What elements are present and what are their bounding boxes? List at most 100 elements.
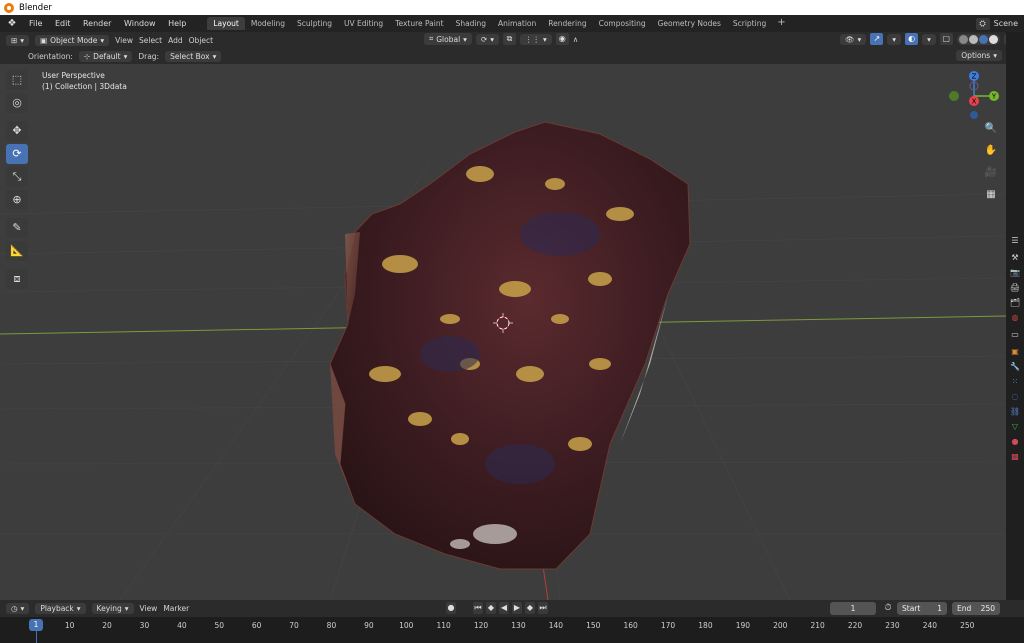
menu-object[interactable]: Object xyxy=(189,36,213,45)
playback-label: Playback xyxy=(40,604,74,613)
marker-menu[interactable]: Marker xyxy=(163,604,189,613)
scene-selector[interactable]: ⛭ Scene xyxy=(975,15,1018,32)
next-keyframe-icon[interactable]: ◆ xyxy=(525,602,535,614)
cursor-tool-icon[interactable]: ◎ xyxy=(6,93,28,113)
zoom-icon[interactable]: 🔍 xyxy=(983,121,999,137)
overlay-dropdown[interactable]: ▾ xyxy=(922,33,936,45)
gizmo-toggle-icon[interactable]: ↗ xyxy=(870,33,884,45)
rotate-tool-icon[interactable]: ⟳ xyxy=(6,144,28,164)
end-frame-field[interactable]: End 250 xyxy=(952,602,1000,615)
tab-shading[interactable]: Shading xyxy=(450,17,492,30)
keying-menu[interactable]: Keying ▾ xyxy=(91,603,134,614)
tab-texture-paint[interactable]: Texture Paint xyxy=(389,17,449,30)
material-properties-icon[interactable]: ● xyxy=(1008,435,1022,448)
ortho-grid-icon[interactable]: ▦ xyxy=(983,187,999,203)
3d-viewport[interactable]: User Perspective (1) Collection | 3Ddata xyxy=(0,64,1006,600)
menu-file[interactable]: File xyxy=(24,19,47,28)
pivot-dropdown[interactable]: ⟳ ▾ xyxy=(475,33,499,45)
menu-help[interactable]: Help xyxy=(163,19,191,28)
view-layer-properties-icon[interactable]: 🗂 xyxy=(1008,296,1022,309)
object-properties-icon[interactable]: ▣ xyxy=(1008,345,1022,358)
menu-select[interactable]: Select xyxy=(139,36,162,45)
y-axis-label: Y xyxy=(991,93,997,101)
falloff-icon[interactable]: ∧ xyxy=(573,35,579,44)
pan-hand-icon[interactable]: ✋ xyxy=(983,143,999,159)
navigation-gizmo[interactable]: Z Y X xyxy=(944,68,1004,124)
add-workspace-icon[interactable]: + xyxy=(772,17,790,30)
menu-edit[interactable]: Edit xyxy=(50,19,76,28)
data-properties-icon[interactable]: ▽ xyxy=(1008,420,1022,433)
render-properties-icon[interactable]: 📷 xyxy=(1008,266,1022,279)
visibility-dropdown[interactable]: 👁 ▾ xyxy=(840,33,867,45)
preview-range-icon[interactable]: ⏱ xyxy=(882,602,894,615)
menu-window[interactable]: Window xyxy=(119,19,161,28)
jump-start-icon[interactable]: ⏮ xyxy=(473,602,483,614)
modifier-properties-icon[interactable]: 🔧 xyxy=(1008,360,1022,373)
editor-type-dropdown[interactable]: ⊞ ▾ xyxy=(6,34,30,46)
texture-properties-icon[interactable]: ▩ xyxy=(1008,450,1022,463)
timeline-view-menu[interactable]: View xyxy=(140,604,158,613)
timeline-editor-type-dropdown[interactable]: ◷ ▾ xyxy=(6,603,30,614)
orientation-dropdown[interactable]: ⊹ Default ▾ xyxy=(78,50,133,62)
playback-menu[interactable]: Playback ▾ xyxy=(35,603,86,614)
playhead-frame-indicator[interactable]: 1 xyxy=(29,619,43,631)
physics-properties-icon[interactable]: ◌ xyxy=(1008,390,1022,403)
tab-compositing[interactable]: Compositing xyxy=(593,17,652,30)
menu-render[interactable]: Render xyxy=(78,19,116,28)
proportional-edit-icon[interactable]: ◉ xyxy=(555,33,569,45)
snap-toggle-icon[interactable]: ⧉ xyxy=(503,33,516,45)
tab-scripting[interactable]: Scripting xyxy=(727,17,772,30)
jump-end-icon[interactable]: ⏭ xyxy=(538,602,548,614)
transform-tool-icon[interactable]: ⊕ xyxy=(6,190,28,210)
timeline-ruler[interactable]: 1 10 20 30 40 50 60 70 80 90 100 110 120 130 140 150 16… xyxy=(0,617,1024,643)
neg-z-axis-icon[interactable] xyxy=(970,111,978,119)
scene-name[interactable]: Scene xyxy=(994,19,1018,28)
record-icon[interactable]: ● xyxy=(446,602,456,614)
scene-properties-icon[interactable]: ◍ xyxy=(1008,311,1022,324)
tab-sculpting[interactable]: Sculpting xyxy=(291,17,338,30)
tab-layout[interactable]: Layout xyxy=(207,17,245,30)
properties-editor-icon[interactable]: ☰ xyxy=(1008,234,1022,247)
tab-uv-editing[interactable]: UV Editing xyxy=(338,17,389,30)
tab-animation[interactable]: Animation xyxy=(492,17,542,30)
blender-menu-icon[interactable]: ❖ xyxy=(6,18,18,30)
start-frame-field[interactable]: Start 1 xyxy=(897,602,947,615)
transform-orientation-dropdown[interactable]: ⌗ Global ▾ xyxy=(424,33,472,45)
camera-view-icon[interactable]: 🎥 xyxy=(983,165,999,181)
xray-toggle-icon[interactable]: ▢ xyxy=(939,33,953,45)
gizmo-dropdown[interactable]: ▾ xyxy=(887,33,902,45)
prev-keyframe-icon[interactable]: ◆ xyxy=(486,602,496,614)
move-tool-icon[interactable]: ✥ xyxy=(6,121,28,141)
tab-rendering[interactable]: Rendering xyxy=(542,17,592,30)
constraints-properties-icon[interactable]: ⛓ xyxy=(1008,405,1022,418)
rock-scan-model[interactable] xyxy=(329,121,691,570)
snap-dropdown[interactable]: ⋮⋮ ▾ xyxy=(520,33,552,45)
tab-geometry-nodes[interactable]: Geometry Nodes xyxy=(652,17,727,30)
mode-dropdown[interactable]: ▣ Object Mode ▾ xyxy=(35,34,110,46)
tool-properties-icon[interactable]: ⚒ xyxy=(1008,251,1022,264)
menu-view[interactable]: View xyxy=(115,36,133,45)
output-properties-icon[interactable]: 🖨 xyxy=(1008,281,1022,294)
annotate-tool-icon[interactable]: ✎ xyxy=(6,218,28,238)
world-properties-icon[interactable]: ▭ xyxy=(1008,328,1022,341)
wireframe-shading-icon[interactable] xyxy=(958,34,968,44)
rendered-shading-icon[interactable] xyxy=(988,34,998,44)
tab-modeling[interactable]: Modeling xyxy=(245,17,291,30)
material-preview-shading-icon[interactable] xyxy=(978,34,988,44)
overlay-toggle-icon[interactable]: ◐ xyxy=(905,33,919,45)
select-box-tool-icon[interactable]: ⬚ xyxy=(6,70,28,90)
scale-tool-icon[interactable]: ⤡ xyxy=(6,167,28,187)
options-dropdown[interactable]: Options ▾ xyxy=(956,50,1002,61)
neg-y-axis-icon[interactable] xyxy=(949,91,959,101)
menu-add[interactable]: Add xyxy=(168,36,183,45)
shading-mode-buttons xyxy=(956,33,1000,45)
current-frame-field[interactable]: 1 xyxy=(830,602,876,615)
measure-tool-icon[interactable]: 📐 xyxy=(6,241,28,261)
particles-properties-icon[interactable]: ⁙ xyxy=(1008,375,1022,388)
drag-dropdown[interactable]: Select Box ▾ xyxy=(165,50,222,62)
scene-icon[interactable]: ⛭ xyxy=(975,17,990,30)
add-cube-tool-icon[interactable]: ⧈ xyxy=(6,269,28,289)
play-reverse-icon[interactable]: ◀ xyxy=(499,602,509,614)
play-icon[interactable]: ▶ xyxy=(512,602,522,614)
solid-shading-icon[interactable] xyxy=(968,34,978,44)
